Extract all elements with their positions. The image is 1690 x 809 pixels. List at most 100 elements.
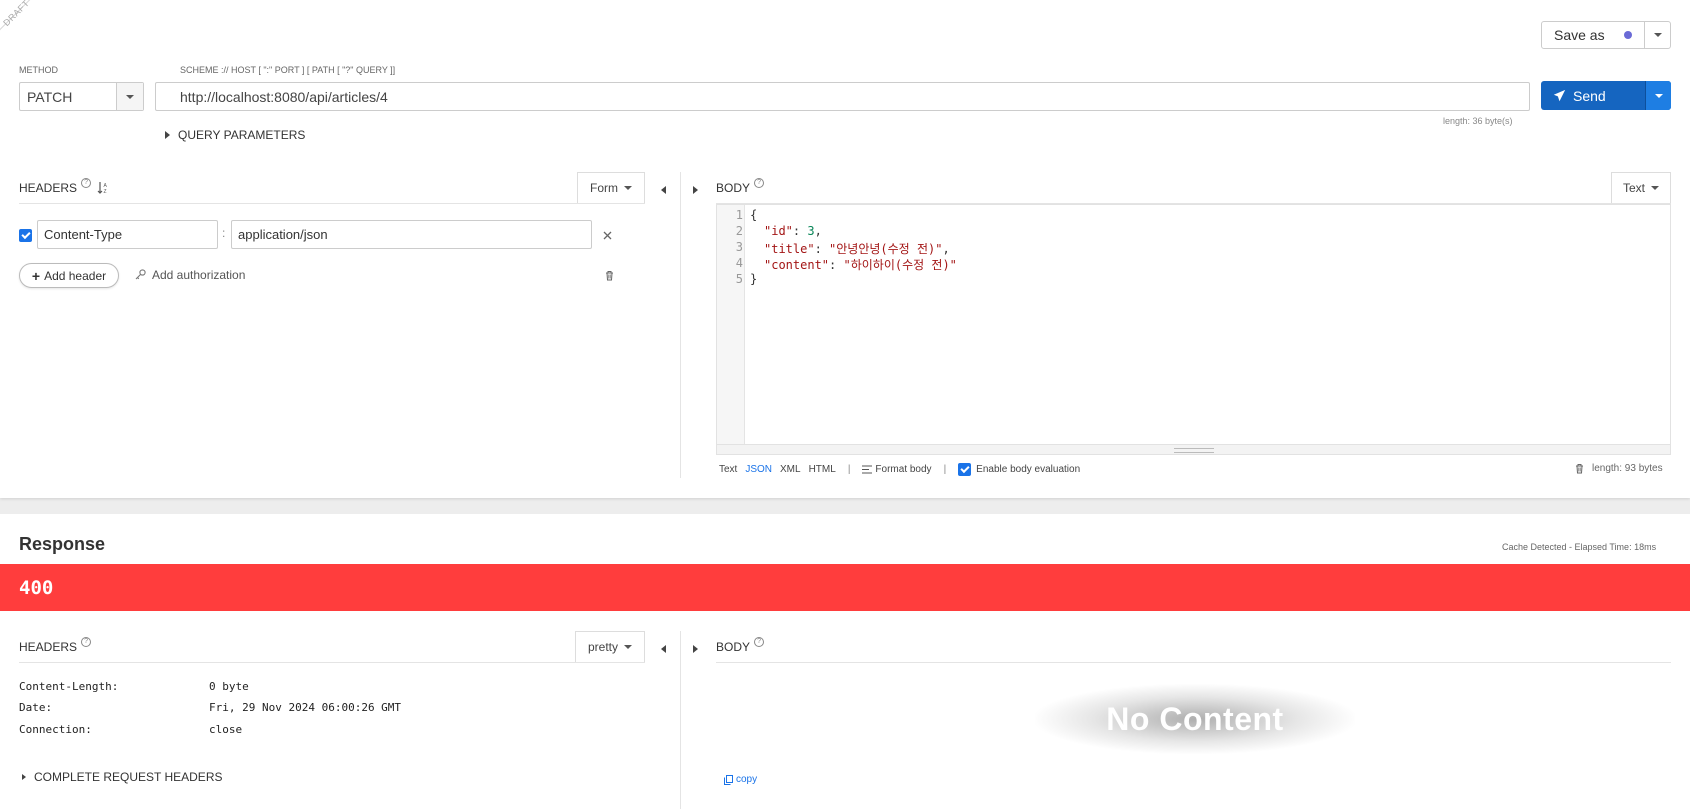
response-header-name: Content-Length:: [19, 680, 119, 693]
body-length-info: length: 93 bytes: [1575, 463, 1663, 474]
line-number: 4: [735, 256, 743, 270]
collapse-left-arrow-icon[interactable]: [661, 183, 666, 197]
status-bar: 400: [0, 564, 1690, 611]
format-json-link[interactable]: JSON: [745, 464, 772, 475]
code-line: 1{: [717, 208, 757, 224]
copy-link[interactable]: copy: [724, 774, 757, 785]
send-button[interactable]: Send: [1541, 81, 1671, 110]
request-body-title: BODY ?: [716, 178, 765, 195]
body-editor[interactable]: 1{ 2 "id": 3, 3 "title": "안녕안녕(수정 전)", 4 "c…: [716, 204, 1671, 455]
query-parameters-label: QUERY PARAMETERS: [178, 128, 306, 142]
enable-eval-label: Enable body evaluation: [976, 464, 1081, 475]
collapse-left-arrow-icon[interactable]: [661, 642, 666, 656]
plus-icon: +: [31, 267, 41, 284]
send-label: Send: [1573, 87, 1606, 104]
send-dropdown-toggle[interactable]: [1645, 81, 1671, 110]
separator: |: [847, 464, 851, 475]
editor-resize-handle[interactable]: [717, 444, 1670, 454]
json-comma: ,: [942, 242, 950, 256]
trash-icon[interactable]: [605, 270, 614, 281]
url-length: length: 36 byte(s): [1443, 116, 1513, 126]
response-headers-mode-dropdown[interactable]: pretty: [575, 631, 645, 662]
trash-icon[interactable]: [1575, 463, 1584, 474]
draft-ribbon: DRAFT: [0, 0, 68, 68]
json-comma: ,: [814, 224, 822, 238]
header-value-input[interactable]: application/json: [231, 220, 592, 249]
send-main[interactable]: Send: [1541, 81, 1645, 110]
code-line: 3 "title": "안녕안녕(수정 전)",: [717, 240, 950, 256]
chevron-down-icon: [624, 186, 632, 190]
response-header-value: close: [209, 723, 243, 736]
complete-request-headers-toggle[interactable]: COMPLETE REQUEST HEADERS: [22, 770, 222, 784]
line-number: 3: [735, 240, 743, 254]
divider: [19, 203, 645, 204]
remove-header-icon[interactable]: [603, 231, 612, 240]
format-body-label: Format body: [875, 464, 932, 475]
response-header-value: Fri, 29 Nov 2024 06:00:26 GMT: [209, 701, 402, 714]
paper-plane-icon: [1553, 89, 1566, 102]
status-code: 400: [19, 577, 54, 599]
response-title: Response: [19, 534, 106, 554]
headers-mode-label: Form: [590, 181, 618, 195]
add-authorization-link[interactable]: Add authorization: [135, 268, 245, 282]
no-content-placeholder: No Content: [1035, 684, 1355, 754]
request-body-title-text: BODY: [716, 181, 751, 195]
copy-icon: [724, 774, 733, 785]
response-header-name: Date:: [19, 701, 53, 714]
response-headers-mode-label: pretty: [587, 640, 618, 654]
chevron-down-icon: [1651, 186, 1659, 190]
method-select[interactable]: PATCH: [19, 82, 144, 111]
method-dropdown-toggle[interactable]: [116, 83, 143, 110]
chevron-down-icon: [126, 94, 134, 99]
unsaved-dot-icon: [1624, 31, 1632, 39]
no-content-text: No Content: [1106, 700, 1284, 737]
chevron-down-icon: [1654, 93, 1663, 98]
json-key: "title": [764, 242, 815, 256]
help-icon[interactable]: ?: [81, 637, 92, 647]
json-colon: :: [829, 258, 844, 272]
json-string: "하이하이(수정 전)": [843, 258, 957, 272]
add-header-label: Add header: [44, 268, 107, 283]
help-icon[interactable]: ?: [754, 637, 765, 647]
code-line: 4 "content": "하이하이(수정 전)": [717, 256, 957, 272]
json-key: "content": [764, 258, 830, 272]
header-colon: :: [222, 226, 226, 240]
cache-info: Cache Detected - Elapsed Time: 18ms: [1502, 542, 1657, 552]
headers-mode-dropdown[interactable]: Form: [577, 172, 645, 203]
json-colon: :: [814, 242, 830, 256]
pane-divider: [680, 631, 681, 809]
enable-body-evaluation-toggle[interactable]: Enable body evaluation: [958, 463, 1080, 476]
code-line: 5}: [717, 272, 757, 288]
format-body-button[interactable]: Format body: [862, 464, 932, 475]
help-icon[interactable]: ?: [754, 178, 765, 188]
json-number: 3: [807, 224, 815, 238]
method-label: METHOD: [19, 65, 58, 75]
save-as-button[interactable]: Save as: [1541, 21, 1671, 49]
header-name-input[interactable]: Content-Type: [37, 220, 218, 249]
sort-icon[interactable]: AZ: [97, 181, 109, 195]
add-header-button[interactable]: + Add header: [19, 263, 119, 288]
body-mode-dropdown[interactable]: Text: [1611, 172, 1671, 203]
expand-arrow-icon: [165, 131, 170, 139]
url-input[interactable]: http://localhost:8080/api/articles/4: [155, 82, 1530, 111]
enable-eval-checkbox[interactable]: [958, 463, 972, 476]
response-body-title-text: BODY: [716, 640, 751, 654]
add-authorization-label: Add authorization: [152, 268, 246, 282]
save-as-label-wrap[interactable]: Save as: [1542, 22, 1644, 48]
save-as-dropdown-toggle[interactable]: [1644, 22, 1670, 48]
response-header-name: Connection:: [19, 723, 92, 736]
query-parameters-toggle[interactable]: QUERY PARAMETERS: [165, 128, 305, 142]
format-html-link[interactable]: HTML: [809, 464, 836, 475]
expand-right-arrow-icon[interactable]: [693, 183, 698, 197]
expand-right-arrow-icon[interactable]: [693, 642, 698, 656]
help-icon[interactable]: ?: [81, 178, 92, 188]
body-length: length: 93 bytes: [1592, 463, 1663, 474]
request-headers-title-text: HEADERS: [19, 181, 78, 195]
format-xml-link[interactable]: XML: [780, 464, 801, 475]
response-headers-title: HEADERS ?: [19, 637, 92, 654]
code-text: }: [750, 272, 758, 286]
format-text-link[interactable]: Text: [719, 464, 737, 475]
expand-arrow-icon: [22, 774, 26, 780]
header-enabled-checkbox[interactable]: [19, 229, 32, 242]
body-format-toolbar: Text JSON XML HTML | Format body | Enabl…: [719, 463, 1080, 476]
